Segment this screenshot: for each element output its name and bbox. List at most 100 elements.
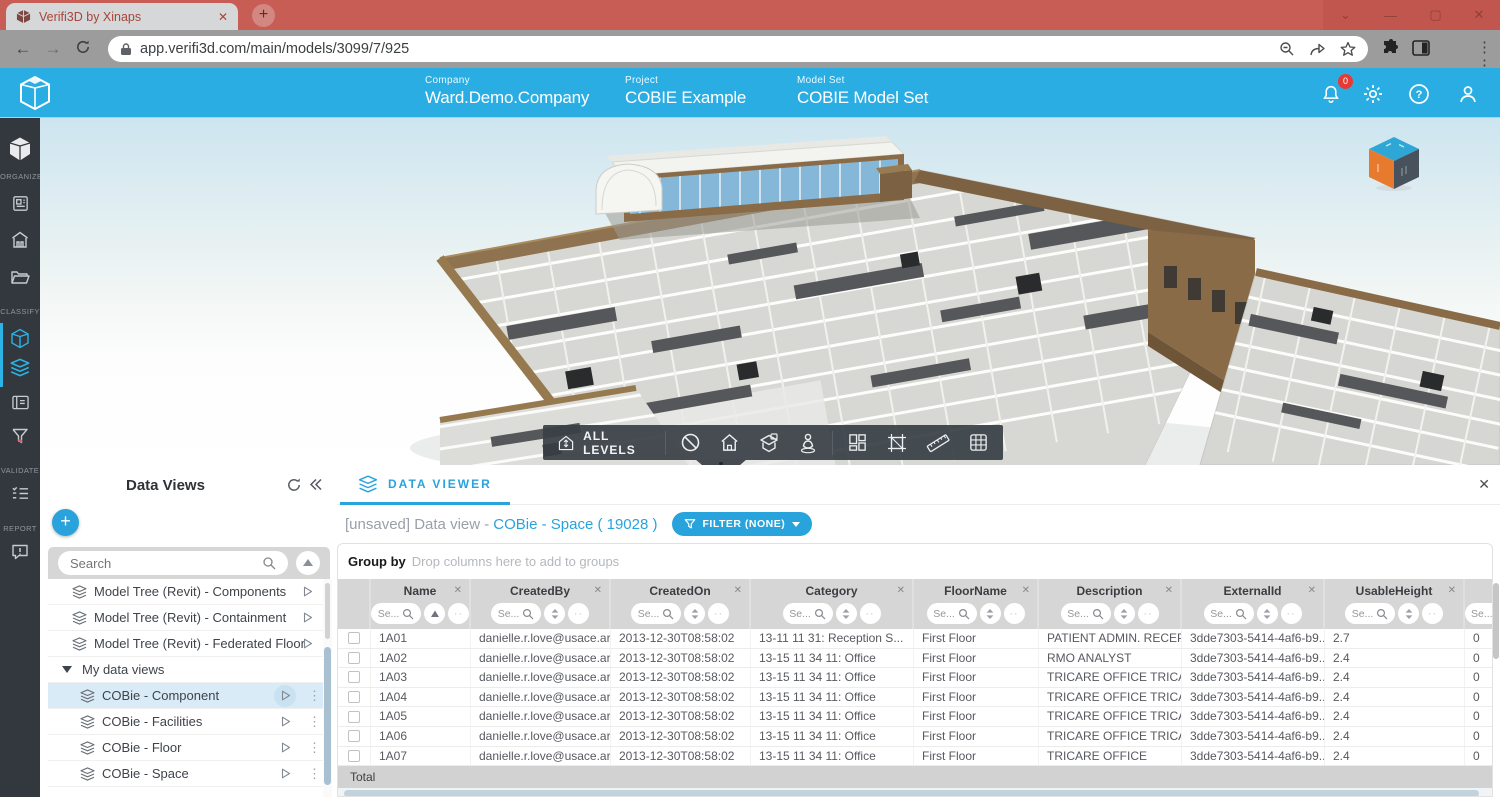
- home-view-button[interactable]: [719, 432, 740, 453]
- window-restore-button[interactable]: ▢: [1413, 0, 1458, 30]
- scrollbar-thumb[interactable]: [344, 790, 1479, 797]
- group-by-bar[interactable]: Group by Drop columns here to add to gro…: [338, 544, 1492, 579]
- column-menu-button[interactable]: ··: [448, 603, 469, 624]
- browser-tab[interactable]: Verifi3D by Xinaps ✕: [6, 3, 238, 30]
- scrollbar-thumb[interactable]: [324, 647, 331, 785]
- horizontal-scrollbar[interactable]: [338, 788, 1492, 797]
- sidebar-item-classify[interactable]: [8, 326, 32, 350]
- sidebar-item-checks[interactable]: [8, 481, 32, 505]
- table-row[interactable]: 1A07danielle.r.love@usace.arm...2013-12-…: [338, 747, 1492, 766]
- remove-column-icon[interactable]: ✕: [897, 585, 905, 596]
- data-views-item[interactable]: COBie - Space⋮: [48, 761, 324, 787]
- help-button[interactable]: ?: [1404, 79, 1434, 109]
- refresh-views-button[interactable]: [286, 477, 302, 498]
- column-search-input[interactable]: Se...: [1204, 603, 1254, 624]
- row-checkbox[interactable]: [348, 750, 360, 762]
- remove-column-icon[interactable]: ✕: [1448, 585, 1456, 596]
- row-checkbox[interactable]: [348, 691, 360, 703]
- notifications-button[interactable]: 0: [1316, 79, 1346, 109]
- data-views-search[interactable]: [58, 551, 288, 575]
- column-search-input[interactable]: Se...: [927, 603, 977, 624]
- tab-data-viewer[interactable]: DATA VIEWER: [340, 465, 510, 505]
- column-search-input[interactable]: Se...: [1465, 603, 1492, 624]
- column-search-input[interactable]: Se...: [491, 603, 541, 624]
- reload-button[interactable]: [68, 39, 98, 60]
- view-name-link[interactable]: COBie - Space ( 19028 ): [493, 516, 657, 533]
- view-menu-button[interactable]: ⋮: [308, 688, 318, 704]
- column-menu-button[interactable]: ··: [1422, 603, 1443, 624]
- close-panel-icon[interactable]: ✕: [1478, 476, 1490, 493]
- table-row[interactable]: 1A04danielle.r.love@usace.arm...2013-12-…: [338, 688, 1492, 708]
- table-row[interactable]: 1A06danielle.r.love@usace.arm...2013-12-…: [338, 727, 1492, 747]
- extensions-icon[interactable]: [1381, 38, 1401, 58]
- data-views-item[interactable]: COBie - Component⋮: [48, 683, 324, 709]
- column-sort-button[interactable]: [684, 603, 705, 624]
- navigation-cube[interactable]: [1366, 134, 1422, 192]
- column-header-createdby[interactable]: CreatedBy✕Se...··: [471, 579, 611, 629]
- url-bar[interactable]: app.verifi3d.com/main/models/3099/7/925: [108, 36, 1368, 62]
- data-views-scrollbar[interactable]: [323, 579, 332, 797]
- column-search-input[interactable]: Se...: [631, 603, 681, 624]
- column-search-input[interactable]: Se...: [1061, 603, 1111, 624]
- view-menu-button[interactable]: ⋮: [308, 714, 318, 730]
- search-input[interactable]: [70, 556, 262, 571]
- filter-button[interactable]: FILTER (NONE): [672, 512, 813, 536]
- side-panel-icon[interactable]: [1411, 38, 1431, 58]
- data-views-item[interactable]: Model Tree (Revit) - Containment: [48, 605, 324, 631]
- data-views-item[interactable]: COBie - Floor⋮: [48, 735, 324, 761]
- remove-column-icon[interactable]: ✕: [1165, 585, 1173, 596]
- share-icon[interactable]: [1309, 42, 1326, 57]
- remove-column-icon[interactable]: ✕: [1308, 585, 1316, 596]
- remove-column-icon[interactable]: ✕: [734, 585, 742, 596]
- row-checkbox[interactable]: [348, 632, 360, 644]
- measure-button[interactable]: [926, 432, 950, 454]
- column-search-input[interactable]: Se...: [1345, 603, 1395, 624]
- column-menu-button[interactable]: ··: [1281, 603, 1302, 624]
- sidebar-item-files[interactable]: [8, 265, 32, 289]
- table-row[interactable]: 1A02danielle.r.love@usace.arm...2013-12-…: [338, 649, 1492, 669]
- column-sort-button[interactable]: [424, 603, 445, 624]
- column-header-floorname[interactable]: FloorName✕Se...··: [914, 579, 1039, 629]
- row-checkbox[interactable]: [348, 652, 360, 664]
- forward-button[interactable]: →: [38, 39, 68, 59]
- settings-button[interactable]: [1358, 79, 1388, 109]
- window-menu-button[interactable]: ⌄: [1323, 0, 1368, 30]
- zoom-out-icon[interactable]: [1279, 41, 1295, 57]
- sidebar-item-model-manager[interactable]: [8, 191, 32, 215]
- column-menu-button[interactable]: ··: [1138, 603, 1159, 624]
- apply-view-button[interactable]: [274, 685, 296, 707]
- scrollbar-thumb[interactable]: [1493, 583, 1499, 659]
- remove-column-icon[interactable]: ✕: [1022, 585, 1030, 596]
- sidebar-item-issues[interactable]: [8, 540, 32, 564]
- column-sort-button[interactable]: [836, 603, 857, 624]
- data-views-item[interactable]: Model Tree (Revit) - Components: [48, 579, 324, 605]
- column-header-category[interactable]: Category✕Se...··: [751, 579, 914, 629]
- window-close-button[interactable]: ✕: [1458, 0, 1500, 30]
- add-data-view-button[interactable]: +: [52, 509, 79, 536]
- column-header-usableheight[interactable]: UsableHeight✕Se...··: [1325, 579, 1465, 629]
- remove-column-icon[interactable]: ✕: [594, 585, 602, 596]
- column-header-externalid[interactable]: ExternalId✕Se...··: [1182, 579, 1325, 629]
- view-menu-button[interactable]: ⋮: [308, 740, 318, 756]
- clip-model-button[interactable]: [758, 432, 780, 454]
- section-box-button[interactable]: [886, 432, 908, 454]
- column-sort-button[interactable]: [1114, 603, 1135, 624]
- apply-view-button[interactable]: [296, 633, 318, 655]
- remove-column-icon[interactable]: ✕: [454, 585, 462, 596]
- hide-button[interactable]: [680, 432, 701, 453]
- collapse-list-button[interactable]: [296, 551, 320, 575]
- back-button[interactable]: ←: [8, 39, 38, 59]
- data-views-group[interactable]: My data views: [48, 657, 324, 683]
- apply-view-button[interactable]: [296, 607, 318, 629]
- first-person-button[interactable]: [798, 432, 818, 454]
- scrollbar-thumb[interactable]: [325, 583, 330, 639]
- apply-view-button[interactable]: [274, 737, 296, 759]
- column-search-input[interactable]: Se...: [371, 603, 421, 624]
- table-row[interactable]: 1A03danielle.r.love@usace.arm...2013-12-…: [338, 668, 1492, 688]
- tab-close-icon[interactable]: ✕: [218, 10, 228, 24]
- caret-down-icon[interactable]: [62, 666, 72, 674]
- bookmark-star-icon[interactable]: [1340, 41, 1356, 57]
- data-views-item[interactable]: Model Tree (Revit) - Federated Floor: [48, 631, 324, 657]
- sidebar-item-data-views[interactable]: [8, 355, 32, 379]
- column-sort-button[interactable]: [1398, 603, 1419, 624]
